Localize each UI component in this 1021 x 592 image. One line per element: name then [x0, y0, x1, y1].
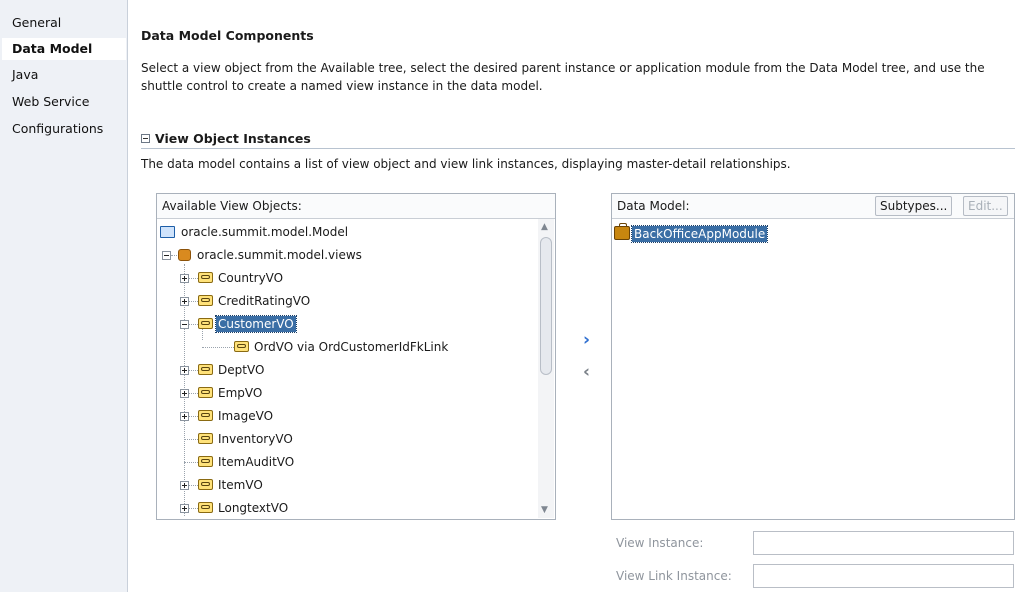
tree-node-view-object[interactable]: ImageVO: [198, 406, 275, 426]
view-object-icon: [198, 318, 213, 329]
view-object-icon: [198, 502, 213, 513]
data-model-pane: Data Model: Subtypes... Edit... BackOffi…: [611, 193, 1015, 520]
page-title: Data Model Components: [141, 28, 314, 43]
section-title: View Object Instances: [155, 131, 311, 146]
view-link-instance-field[interactable]: [753, 564, 1014, 588]
tree-node-view-object[interactable]: EmpVO: [198, 383, 264, 403]
data-model-pane-header: Data Model: Subtypes... Edit...: [612, 194, 1014, 219]
view-object-icon: [198, 433, 213, 444]
tree-node-view-object[interactable]: InventoryVO: [198, 429, 295, 449]
view-instance-field[interactable]: [753, 531, 1014, 555]
available-pane-label: Available View Objects:: [162, 199, 302, 213]
view-instance-label: View Instance:: [616, 536, 704, 550]
expand-toggle-icon[interactable]: [180, 274, 189, 283]
tree-node-view-object[interactable]: DeptVO: [198, 360, 266, 380]
remove-from-data-model-button[interactable]: ‹: [583, 362, 590, 382]
section-description: The data model contains a list of view o…: [141, 157, 791, 171]
chevron-right-icon: ›: [583, 330, 591, 350]
expand-toggle-icon[interactable]: [180, 412, 189, 421]
scroll-up-icon[interactable]: ▲: [541, 222, 548, 232]
tree-node-model-project[interactable]: oracle.summit.model.Model: [160, 222, 350, 242]
collapse-toggle-icon[interactable]: [180, 320, 189, 329]
edit-button[interactable]: Edit...: [963, 196, 1008, 216]
tree-node-label: DeptVO: [218, 363, 265, 377]
tree-node-view-object[interactable]: ItemVO: [198, 475, 265, 495]
view-object-icon: [198, 295, 213, 306]
tree-node-label: EmpVO: [218, 386, 263, 400]
chevron-left-icon: ‹: [583, 362, 591, 382]
view-object-icon: [234, 341, 249, 352]
tree-node-label: oracle.summit.model.Model: [181, 225, 349, 239]
view-object-icon: [198, 456, 213, 467]
tree-node-application-module[interactable]: BackOfficeAppModule: [614, 223, 769, 244]
view-object-icon: [198, 479, 213, 490]
scroll-down-icon[interactable]: ▼: [541, 505, 548, 515]
tree-node-view-object[interactable]: ItemAuditVO: [198, 452, 296, 472]
nav-item-general[interactable]: General: [2, 12, 126, 34]
tree-node-label: OrdVO via OrdCustomerIdFkLink: [254, 340, 449, 354]
view-object-icon: [198, 364, 213, 375]
folder-icon: [160, 226, 175, 238]
view-object-icon: [198, 387, 213, 398]
tree-node-label: ItemVO: [218, 478, 263, 492]
application-module-icon: [614, 223, 630, 240]
expand-toggle-icon[interactable]: [180, 481, 189, 490]
tree-node-view-object[interactable]: LongtextVO: [198, 498, 290, 518]
tree-node-label: oracle.summit.model.views: [197, 248, 362, 262]
available-view-objects-pane: Available View Objects: oracle.summit.mo…: [156, 193, 556, 520]
tree-node-view-object-selected[interactable]: CustomerVO: [198, 314, 297, 334]
collapse-toggle-icon[interactable]: [162, 251, 171, 260]
nav-item-web-service[interactable]: Web Service: [2, 91, 126, 113]
tree-node-label: CreditRatingVO: [218, 294, 311, 308]
nav-item-data-model[interactable]: Data Model: [2, 38, 126, 60]
left-navigation: General Data Model Java Web Service Conf…: [0, 0, 128, 592]
scroll-thumb[interactable]: [540, 237, 552, 375]
collapse-section-icon[interactable]: [141, 134, 150, 143]
section-header: View Object Instances: [141, 131, 1015, 149]
tree-node-view-link[interactable]: OrdVO via OrdCustomerIdFkLink: [234, 337, 450, 357]
view-object-icon: [198, 410, 213, 421]
tree-node-label: CountryVO: [218, 271, 284, 285]
view-object-icon: [198, 272, 213, 283]
nav-item-java[interactable]: Java: [2, 64, 126, 86]
subtypes-button[interactable]: Subtypes...: [875, 196, 953, 216]
nav-item-configurations[interactable]: Configurations: [2, 118, 126, 140]
tree-node-views-package[interactable]: oracle.summit.model.views: [178, 245, 364, 265]
page-description: Select a view object from the Available …: [141, 61, 985, 93]
package-icon: [178, 249, 191, 261]
expand-toggle-icon[interactable]: [180, 389, 189, 398]
vertical-scrollbar[interactable]: ▲ ▼: [538, 219, 554, 518]
view-link-instance-label: View Link Instance:: [616, 569, 732, 583]
tree-node-view-object[interactable]: CreditRatingVO: [198, 291, 312, 311]
expand-toggle-icon[interactable]: [180, 366, 189, 375]
available-pane-header: Available View Objects:: [157, 194, 555, 219]
tree-node-label: BackOfficeAppModule: [630, 225, 769, 243]
expand-toggle-icon[interactable]: [180, 504, 189, 513]
tree-node-label: ItemAuditVO: [218, 455, 295, 469]
expand-toggle-icon[interactable]: [180, 297, 189, 306]
tree-node-label: LongtextVO: [218, 501, 289, 515]
tree-node-label: ImageVO: [218, 409, 274, 423]
add-to-data-model-button[interactable]: ›: [583, 330, 590, 350]
tree-node-label: CustomerVO: [215, 315, 297, 333]
tree-node-label: InventoryVO: [218, 432, 293, 446]
data-model-pane-label: Data Model:: [617, 199, 690, 213]
tree-node-view-object[interactable]: CountryVO: [198, 268, 285, 288]
